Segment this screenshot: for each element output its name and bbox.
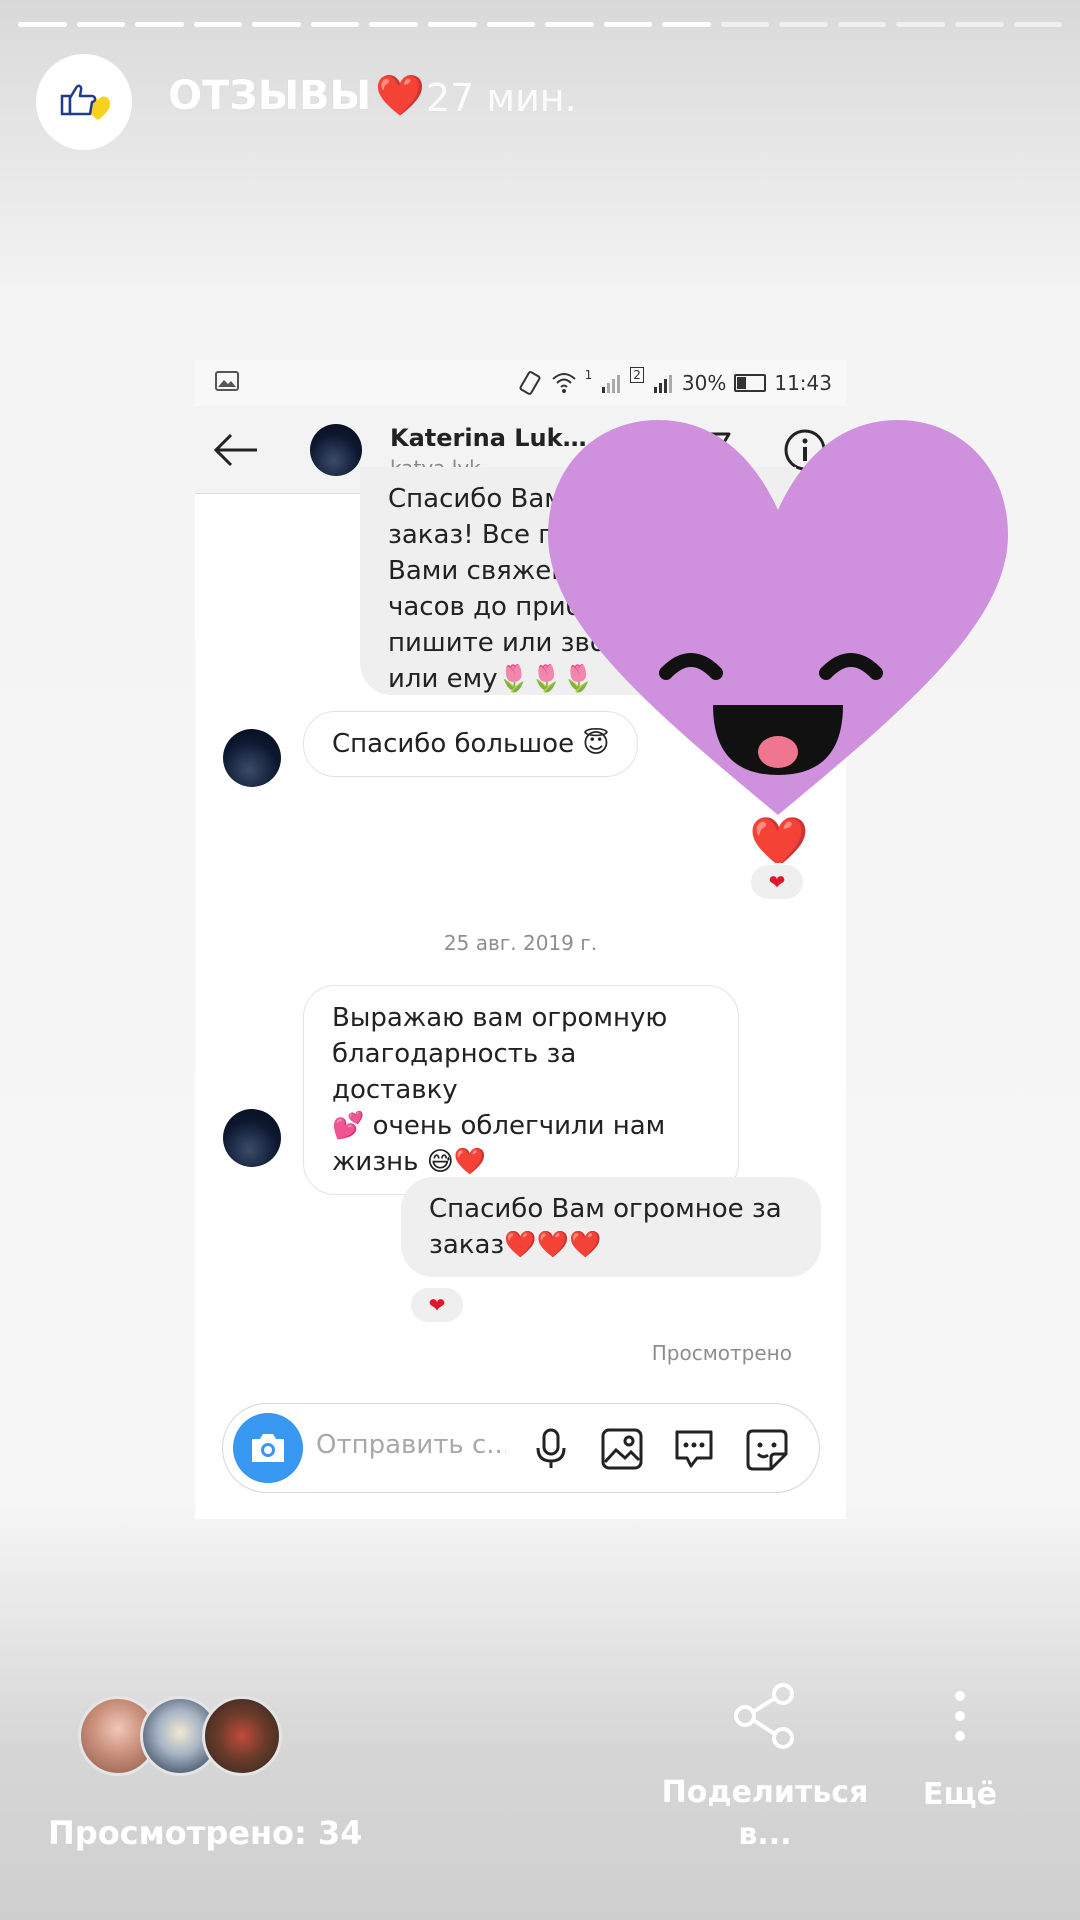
progress-segment	[135, 22, 184, 27]
progress-segment	[18, 22, 67, 27]
progress-segment	[779, 22, 828, 27]
contact-avatar[interactable]	[310, 424, 362, 476]
progress-segment	[603, 22, 653, 27]
date-separator: 25 авг. 2019 г.	[443, 931, 598, 955]
progress-segment	[193, 22, 243, 27]
message-incoming-2[interactable]: Выражаю вам огромную благодарность за до…	[303, 985, 739, 1195]
signal-icon-2	[653, 375, 672, 393]
progress-segment	[310, 22, 360, 27]
reaction-heart-2[interactable]: ❤	[409, 1286, 465, 1324]
sender-avatar-2	[223, 1109, 281, 1167]
progress-segment	[252, 22, 301, 27]
progress-segment	[1013, 22, 1063, 27]
status-bar: 1 2 30% 11:43	[195, 360, 846, 406]
camera-icon	[252, 1434, 284, 1462]
progress-segment	[76, 22, 126, 27]
status-bar-right: 1 2 30% 11:43	[517, 367, 832, 396]
progress-segment	[720, 22, 770, 27]
message-outgoing-2[interactable]: Спасибо Вам огромное за заказ❤️❤️❤️	[401, 1177, 821, 1277]
progress-segment	[662, 22, 711, 27]
gallery-icon	[215, 371, 239, 396]
progress-segment	[545, 22, 594, 27]
story-timestamp: 27 мин.	[426, 76, 577, 120]
viewed-count[interactable]: Просмотрено: 34	[48, 1814, 363, 1852]
progress-segment	[896, 22, 945, 27]
message-input[interactable]	[316, 1430, 506, 1460]
smiling-heart-sticker[interactable]	[538, 415, 1018, 835]
progress-segment	[369, 22, 418, 27]
message-composer	[222, 1403, 820, 1493]
gallery-icon[interactable]	[601, 1428, 643, 1474]
progress-segment	[427, 22, 477, 27]
seen-status: Просмотрено	[651, 1341, 792, 1365]
sticker-icon[interactable]	[745, 1428, 789, 1476]
thumbs-up-heart-logo	[60, 84, 110, 120]
quick-reply-icon[interactable]	[673, 1428, 715, 1474]
reaction-heart[interactable]: ❤	[749, 863, 805, 901]
back-arrow-icon[interactable]	[213, 430, 259, 474]
story-progress-bar	[18, 22, 1063, 27]
progress-segment	[486, 22, 536, 27]
progress-segment	[837, 22, 887, 27]
sim2-label: 2	[630, 367, 644, 383]
story-avatar[interactable]	[36, 54, 132, 150]
story-title: ОТЗЫВЫ ❤️	[168, 72, 425, 120]
more-button[interactable]: Ещё	[900, 1690, 1020, 1816]
status-time: 11:43	[774, 371, 832, 395]
share-icon	[734, 1683, 794, 1749]
viewer-avatar	[202, 1696, 282, 1776]
microphone-icon[interactable]	[533, 1428, 569, 1474]
vibrate-icon	[519, 371, 541, 395]
progress-segment	[955, 22, 1004, 27]
sender-avatar	[223, 729, 281, 787]
more-label: Ещё	[922, 1777, 997, 1812]
battery-icon	[734, 374, 767, 392]
battery-percent: 30%	[681, 371, 727, 395]
more-vertical-icon	[955, 1691, 965, 1741]
viewer-avatars[interactable]	[78, 1696, 288, 1776]
camera-button[interactable]	[233, 1413, 303, 1483]
sim1-label: 1	[584, 368, 593, 382]
signal-icon	[602, 375, 621, 393]
share-button[interactable]: Поделиться в...	[660, 1682, 870, 1856]
wifi-icon	[551, 373, 576, 393]
story-title-text: ОТЗЫВЫ	[168, 72, 372, 119]
story-title-heart: ❤️	[375, 73, 425, 119]
share-label: Поделиться в...	[661, 1775, 869, 1852]
